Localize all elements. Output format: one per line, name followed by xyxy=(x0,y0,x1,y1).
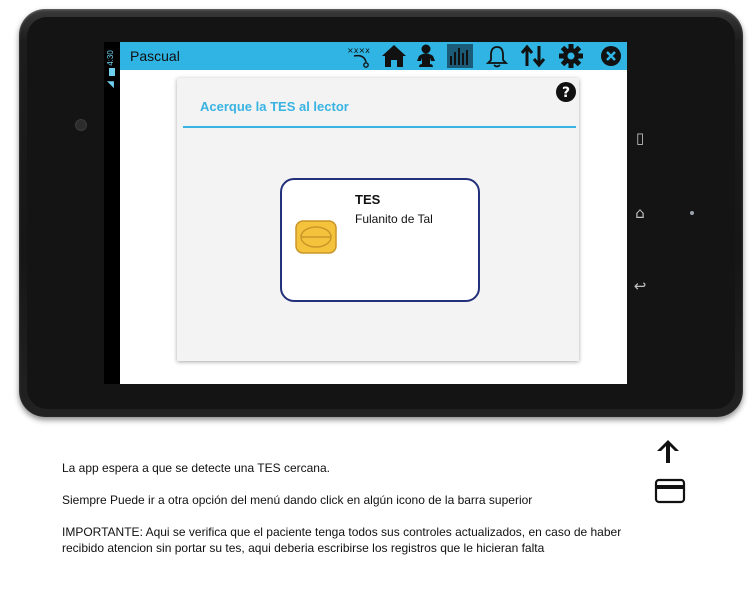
card-holder-name: Fulanito de Tal xyxy=(355,212,433,226)
sensor-dot xyxy=(690,211,694,215)
sync-arrows-icon[interactable] xyxy=(520,44,546,68)
wifi-icon: ◥ xyxy=(107,79,114,89)
svg-text:?: ? xyxy=(562,85,570,101)
description-line-2: Siempre Puede ir a otra opción del menú … xyxy=(62,493,533,507)
description-important: IMPORTANTE: Aqui se verifica que el paci… xyxy=(62,524,622,556)
home-nav-icon[interactable]: ⌂ xyxy=(633,203,647,223)
read-tes-dialog: Acerque la TES al lector ? TES Fulanito … xyxy=(177,78,579,361)
chip-icon xyxy=(295,220,337,254)
close-icon[interactable] xyxy=(600,44,622,68)
important-label: IMPORTANTE xyxy=(62,525,140,539)
tactics-icon[interactable]: ×x×x xyxy=(346,44,376,68)
back-nav-icon[interactable]: ↩ xyxy=(633,276,647,296)
dialog-divider xyxy=(183,126,576,128)
bar-chart-icon[interactable] xyxy=(447,44,473,68)
battery-icon xyxy=(109,68,115,76)
home-icon[interactable] xyxy=(381,44,407,68)
credit-card-icon xyxy=(654,478,686,504)
up-arrow-icon xyxy=(654,437,682,465)
camera-icon xyxy=(75,119,87,131)
important-text: : Aqui se verifica que el paciente tenga… xyxy=(62,525,622,555)
dialog-title: Acerque la TES al lector xyxy=(200,99,349,114)
recent-apps-icon[interactable]: ▯ xyxy=(633,128,647,148)
description-line-1: La app espera a que se detecte una TES c… xyxy=(62,461,330,475)
svg-text:×x×x: ×x×x xyxy=(347,46,370,55)
card-title: TES xyxy=(355,192,381,207)
help-icon[interactable]: ? xyxy=(555,81,577,103)
tes-card: TES Fulanito de Tal xyxy=(280,178,480,302)
tablet-screen: 4:30 ◥ Pascual ×x×x Acerque la TES al le… xyxy=(104,42,627,384)
app-title: Pascual xyxy=(130,48,180,64)
baby-icon[interactable] xyxy=(415,44,437,68)
gear-icon[interactable] xyxy=(558,44,584,68)
app-bar: Pascual ×x×x xyxy=(120,42,627,70)
description-text: La app espera a que se detecte una TES c… xyxy=(62,460,622,556)
main-content: Acerque la TES al lector ? TES Fulanito … xyxy=(120,70,627,384)
status-bar: 4:30 ◥ xyxy=(104,42,120,384)
bell-icon[interactable] xyxy=(486,44,508,68)
